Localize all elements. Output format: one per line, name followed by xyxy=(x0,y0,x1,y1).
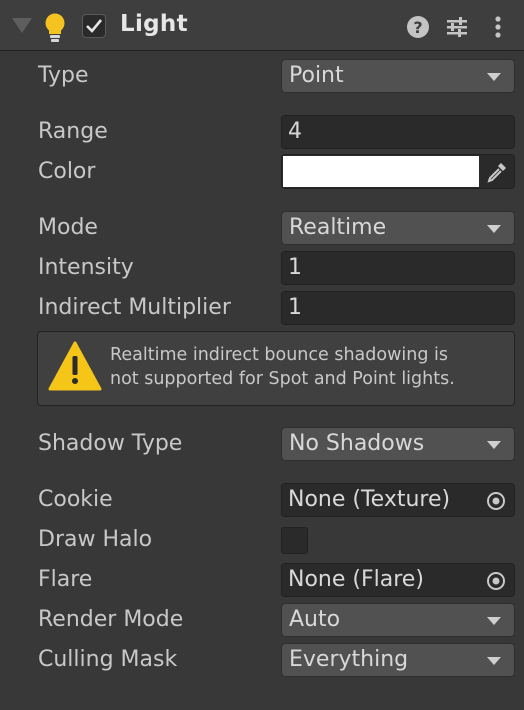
render-mode-value: Auto xyxy=(289,607,341,632)
mode-label: Mode xyxy=(38,215,98,240)
flare-label: Flare xyxy=(38,567,93,592)
help-icon[interactable]: ? xyxy=(406,15,430,39)
indirect-multiplier-label: Indirect Multiplier xyxy=(38,295,231,320)
chevron-down-icon xyxy=(487,617,501,625)
presets-icon[interactable] xyxy=(445,15,469,39)
indirect-multiplier-field[interactable]: 1 xyxy=(281,291,515,325)
color-field[interactable] xyxy=(281,154,515,189)
draw-halo-checkbox[interactable] xyxy=(281,527,308,554)
shadow-type-label: Shadow Type xyxy=(38,431,183,456)
type-dropdown[interactable]: Point xyxy=(281,59,515,93)
object-picker-icon[interactable] xyxy=(486,571,506,591)
object-picker-icon[interactable] xyxy=(486,491,506,511)
range-value: 4 xyxy=(288,119,302,144)
light-bulb-icon xyxy=(45,13,65,42)
render-mode-dropdown[interactable]: Auto xyxy=(281,603,515,637)
type-label: Type xyxy=(38,63,89,88)
range-label: Range xyxy=(38,119,108,144)
mode-dropdown[interactable]: Realtime xyxy=(281,211,515,245)
foldout-arrow-icon[interactable] xyxy=(12,18,32,33)
component-header: Light ? xyxy=(0,0,524,51)
culling-mask-dropdown[interactable]: Everything xyxy=(281,643,515,677)
culling-mask-label: Culling Mask xyxy=(38,647,178,672)
flare-value: None (Flare) xyxy=(288,567,424,592)
intensity-label: Intensity xyxy=(38,255,134,280)
render-mode-label: Render Mode xyxy=(38,607,184,632)
flare-object-field[interactable]: None (Flare) xyxy=(281,563,515,597)
chevron-down-icon xyxy=(487,441,501,449)
more-vert-icon[interactable] xyxy=(486,15,510,39)
warning-helpbox: Realtime indirect bounce shadowing is no… xyxy=(37,331,515,406)
cookie-value: None (Texture) xyxy=(288,487,451,512)
mode-value: Realtime xyxy=(289,215,387,240)
cookie-label: Cookie xyxy=(38,487,113,512)
component-title: Light xyxy=(120,11,188,37)
intensity-field[interactable]: 1 xyxy=(281,251,515,285)
chevron-down-icon xyxy=(487,657,501,665)
warning-icon xyxy=(48,341,102,391)
component-enabled-checkbox[interactable] xyxy=(82,14,106,38)
indirect-multiplier-value: 1 xyxy=(288,295,302,320)
warning-message: Realtime indirect bounce shadowing is no… xyxy=(110,343,455,391)
shadow-type-value: No Shadows xyxy=(289,431,425,456)
svg-text:?: ? xyxy=(413,18,422,37)
intensity-value: 1 xyxy=(288,255,302,280)
eyedropper-icon[interactable] xyxy=(485,160,509,184)
checkmark-icon xyxy=(86,19,103,33)
range-field[interactable]: 4 xyxy=(281,115,515,149)
type-value: Point xyxy=(289,63,344,88)
shadow-type-dropdown[interactable]: No Shadows xyxy=(281,427,515,461)
draw-halo-label: Draw Halo xyxy=(38,527,153,552)
chevron-down-icon xyxy=(487,225,501,233)
warning-line-1: Realtime indirect bounce shadowing is xyxy=(110,345,448,365)
warning-line-2: not supported for Spot and Point lights. xyxy=(110,369,455,389)
chevron-down-icon xyxy=(487,73,501,81)
color-label: Color xyxy=(38,159,96,184)
cookie-object-field[interactable]: None (Texture) xyxy=(281,483,515,517)
color-swatch[interactable] xyxy=(283,156,479,187)
culling-mask-value: Everything xyxy=(289,647,409,672)
